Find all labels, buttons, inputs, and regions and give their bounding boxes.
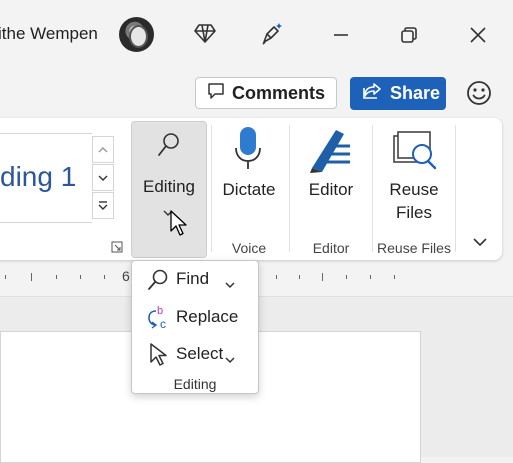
ribbon-separator	[372, 125, 373, 252]
chevron-down-icon	[225, 276, 235, 294]
replace-icon: b c	[146, 304, 172, 335]
chevron-down-icon	[225, 351, 235, 369]
editor-pen-icon	[306, 124, 354, 179]
find-label: Find	[176, 269, 210, 288]
dictate-label: Dictate	[222, 180, 276, 199]
search-icon	[156, 131, 182, 164]
editing-dropdown-menu: Find b c Replace Select	[131, 260, 259, 394]
replace-label: Replace	[176, 307, 239, 326]
select-menu-item[interactable]: Select	[132, 337, 258, 371]
gallery-scroll-down-button[interactable]	[92, 164, 114, 191]
svg-text:c: c	[160, 317, 166, 330]
pen-sparkle-icon[interactable]	[257, 18, 287, 48]
find-menu-item[interactable]: Find	[132, 262, 258, 296]
share-icon	[361, 80, 383, 107]
editor-group-label: Editor	[312, 240, 350, 256]
select-label: Select	[176, 344, 224, 363]
avatar[interactable]	[119, 17, 154, 52]
svg-text:b: b	[157, 305, 163, 317]
mouse-cursor-icon	[169, 209, 187, 237]
select-pointer-icon	[148, 342, 168, 371]
share-label: Share	[390, 83, 441, 103]
reuse-files-icon	[392, 130, 440, 179]
editing-label: Editing	[143, 177, 195, 196]
voice-group-label: Voice	[231, 240, 267, 256]
user-name[interactable]: ithe Wempen	[0, 24, 98, 44]
title-bar: ithe Wempen	[0, 0, 513, 70]
restore-icon[interactable]	[394, 20, 424, 50]
search-icon	[146, 268, 170, 297]
microphone-icon	[233, 124, 263, 177]
gallery-scroll-up-button[interactable]	[92, 136, 114, 163]
share-button[interactable]: Share	[350, 77, 446, 110]
replace-menu-item[interactable]: b c Replace	[132, 300, 258, 334]
comment-icon	[206, 81, 226, 106]
diamond-icon[interactable]	[190, 18, 220, 48]
comments-label: Comments	[232, 82, 326, 103]
ruler-number: 6	[122, 268, 130, 284]
reuse-files-label-line2: Files	[396, 203, 432, 222]
reuse-files-label-line1: Reuse	[389, 180, 439, 199]
ribbon-separator	[455, 125, 456, 252]
close-icon[interactable]	[463, 20, 493, 50]
ribbon-expand-chevron-icon[interactable]	[472, 235, 490, 249]
editor-label: Editor	[308, 180, 354, 199]
minimize-icon[interactable]	[326, 20, 356, 50]
comments-button[interactable]: Comments	[195, 77, 337, 109]
smiley-feedback-icon[interactable]	[464, 78, 494, 108]
styles-dialog-launcher-icon[interactable]	[111, 240, 123, 253]
editing-menu-caption: Editing	[173, 376, 217, 392]
style-heading-1[interactable]: ding 1	[0, 161, 76, 193]
gallery-more-button[interactable]	[92, 192, 114, 219]
ribbon-separator	[289, 125, 290, 252]
reuse-files-group-label: Reuse Files	[377, 240, 451, 256]
